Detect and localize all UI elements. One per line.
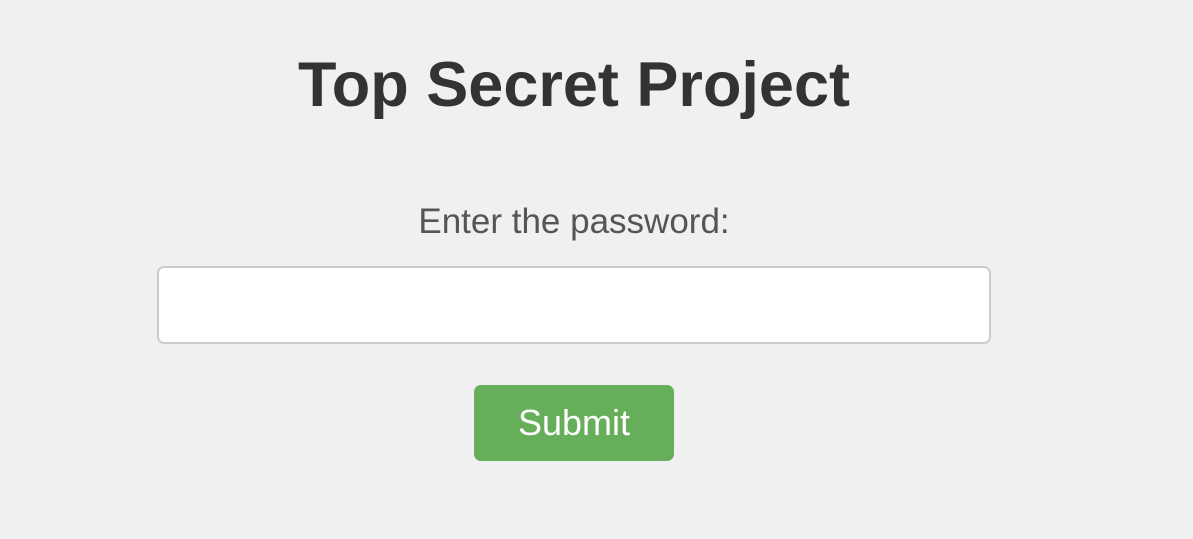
password-prompt-label: Enter the password: [418, 202, 730, 241]
page-title: Top Secret Project [298, 50, 850, 120]
submit-button[interactable]: Submit [474, 385, 674, 461]
password-input[interactable] [157, 266, 991, 344]
